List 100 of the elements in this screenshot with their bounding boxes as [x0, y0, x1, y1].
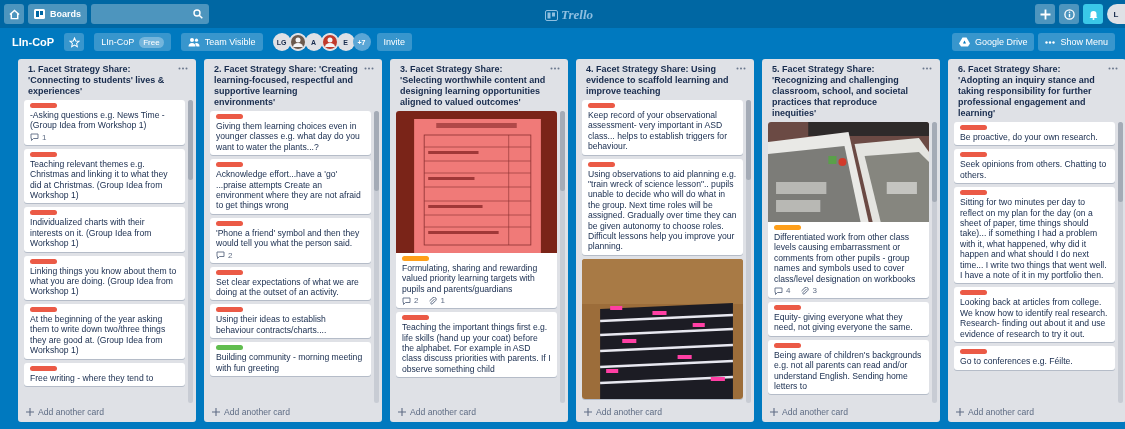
scrollbar[interactable]	[188, 100, 193, 403]
card[interactable]: Building community - morning meeting with fun greeting	[210, 342, 371, 377]
comment-count: 4	[774, 286, 791, 296]
list-title[interactable]: 3. Facet Strategy Share: 'Selecting worthwhile content and designing learning opportunities aligned to valued outcomes'	[400, 64, 546, 108]
card-label[interactable]	[402, 315, 429, 321]
list-title[interactable]: 4. Facet Strategy Share: Using evidence to scaffold learning and improve teaching	[586, 64, 732, 97]
more-icon	[1045, 40, 1056, 44]
add-card-button[interactable]: Add another card	[762, 403, 856, 422]
list-title[interactable]: 2. Facet Strategy Share: 'Creating learning-focused, respectful and supportive learning environments'	[214, 64, 360, 108]
card[interactable]: Using their ideas to establish behaviour contracts/charts....	[210, 304, 371, 339]
card-label[interactable]	[30, 151, 57, 157]
more-icon[interactable]	[1108, 67, 1118, 70]
card[interactable]	[954, 187, 1115, 284]
add-card-button[interactable]: Add another card	[576, 403, 670, 422]
card-label[interactable]	[774, 305, 801, 311]
add-card-button[interactable]: Add another card	[390, 403, 484, 422]
card[interactable]: Free writing - where they tend to	[24, 362, 185, 386]
card-label[interactable]	[30, 306, 57, 312]
card-label[interactable]	[216, 220, 243, 226]
card[interactable]: At the beginning of the year asking them to write down two/three things they are good at. (Group Idea from Workshop 1)	[24, 303, 185, 359]
scrollbar[interactable]	[374, 111, 379, 403]
card-label[interactable]	[30, 365, 57, 371]
plus-icon	[584, 408, 592, 416]
member-avatar[interactable]	[320, 33, 339, 51]
card[interactable]: 'Phone a friend' symbol and then they would tell you what the person said. 2	[210, 217, 371, 263]
card[interactable]: Being aware of children's backgrounds e.g. not all parents can read and/or understand English. Sending home letters to	[768, 339, 929, 395]
add-button[interactable]	[1035, 4, 1055, 24]
card-label[interactable]	[216, 269, 243, 275]
card-text: Linking things you know about them to what you are doing. (Group Idea from Workshop 1)	[30, 265, 178, 297]
scrollbar[interactable]	[1118, 122, 1123, 403]
card-text: Sitting for two minutes per day to reflect on my plan for the day (on a sheet of paper, time things should take)... if something I had a problem with it, what happened, why did it happen and what should I do next time... I write two things that went well. I have a note of it in my portfolio then.	[960, 197, 1108, 281]
comment-count: 1	[30, 132, 47, 142]
notifications-button[interactable]	[1083, 4, 1103, 24]
more-icon[interactable]	[550, 67, 560, 70]
card[interactable]: Looking back at articles from college. We know how to identify real research. Research- finding out about it and use evidence of research to try it out.	[954, 287, 1115, 343]
card[interactable]: Be proactive, do your own research.	[954, 122, 1115, 146]
bell-icon	[1087, 8, 1099, 20]
card[interactable]: Keep record of your observational assessment- very important in ASD class... helps to establish triggers for behaviour.	[582, 100, 743, 155]
scrollbar[interactable]	[932, 122, 937, 403]
card-text: Equity- giving everyone what they need, not giving everyone the same.	[774, 312, 914, 333]
info-button[interactable]	[1059, 4, 1079, 24]
search-field[interactable]	[91, 4, 209, 24]
people-icon	[187, 37, 200, 47]
add-card-button[interactable]: Add another card	[18, 403, 112, 422]
more-icon[interactable]	[364, 67, 374, 70]
card-text: Be proactive, do your own research.	[960, 132, 1099, 143]
list-title[interactable]: 1. Facet Strategy Share: 'Connecting to students' lives & experiences'	[28, 64, 174, 97]
card[interactable]	[582, 158, 743, 255]
card[interactable]: Individualized charts with their interests on it. (Group Idea from Workshop 1)	[24, 207, 185, 252]
more-icon[interactable]	[178, 67, 188, 70]
card[interactable]: Linking things you know about them to what you are doing. (Group Idea from Workshop 1)	[24, 255, 185, 300]
more-icon[interactable]	[922, 67, 932, 70]
card-label[interactable]	[30, 210, 57, 216]
card[interactable]: Formulating, sharing and rewarding valued priority learning targets with pupils and parents/guardians 2 1	[396, 111, 557, 309]
comment-count: 2	[216, 250, 233, 260]
plus-icon	[770, 408, 778, 416]
card[interactable]: Seek opinions from others. Chatting to others.	[954, 149, 1115, 184]
card[interactable]: Teaching relevant themes e.g. Christmas and linking it to what they did at Christmas. (Group Idea from Workshop 1)	[24, 148, 185, 204]
plus-icon	[212, 408, 220, 416]
card-text: Building community - morning meeting with fun greeting	[216, 352, 364, 374]
scrollbar[interactable]	[560, 111, 565, 403]
plus-icon	[1039, 8, 1051, 20]
card[interactable]: Equity- giving everyone what they need, not giving everyone the same.	[768, 302, 929, 336]
card-label[interactable]	[588, 103, 615, 108]
card[interactable]: Acknowledge effort...have a 'go' ...praise attempts Create an environment where they are not afraid to get things wrong	[210, 159, 371, 214]
scrollbar[interactable]	[746, 100, 751, 403]
card-label[interactable]	[960, 190, 987, 196]
plus-icon	[398, 408, 406, 416]
card-label[interactable]	[960, 152, 987, 158]
card-label[interactable]	[216, 307, 243, 313]
card-label[interactable]	[588, 161, 615, 167]
user-avatar[interactable]: L	[1107, 4, 1125, 24]
card-label[interactable]	[216, 345, 243, 351]
add-card-button[interactable]: Add another card	[948, 403, 1042, 422]
card-label[interactable]	[30, 103, 57, 108]
card-label[interactable]	[960, 349, 987, 355]
star-button[interactable]	[64, 33, 85, 51]
card-text: Differentiated work from other class levels causing embarrassment or comments from other pupils - group names and symbols used to cover class/level designation on workbooks	[774, 232, 917, 285]
list-title[interactable]: 5. Facet Strategy Share: 'Recognizing and challenging classroom, school, and societal practices that reproduce inequities'	[772, 64, 918, 119]
member-avatar[interactable]	[288, 33, 307, 51]
board-title[interactable]: LIn-CoP	[12, 36, 55, 48]
card[interactable]: Teaching the important things first e.g. life skills (hand up your coat) before the alphabet. For example in ASD class discuss priorities with parents. If I observe something child	[396, 312, 557, 378]
card[interactable]: Giving them learning choices even in younger classes e.g. what day do you want to water the plants...?	[210, 111, 371, 156]
card-text: Individualized charts with their interests on it. (Group Idea from Workshop 1)	[30, 217, 153, 249]
card-label[interactable]	[774, 342, 801, 348]
card[interactable]: Differentiated work from other class levels causing embarrassment or comments from other pupils - group names and symbols used to cover class/level designation on workbooks 4 3	[768, 122, 929, 299]
card[interactable]: Go to conferences e.g. Féilte.	[954, 346, 1115, 370]
card[interactable]: Set clear expectations of what we are doing at the outset of an activity.	[210, 266, 371, 301]
card-text: Teaching the important things first e.g. life skills (hand up your coat) before the alphabet. For example in ASD class discuss priorities with parents. If I observe something child	[402, 322, 551, 375]
card-label[interactable]	[216, 162, 243, 168]
add-card-button[interactable]: Add another card	[204, 403, 298, 422]
card-label[interactable]	[30, 258, 57, 264]
list-title[interactable]: 6. Facet Strategy Share: 'Adopting an inquiry stance and taking responsibility for further professional engagement and learning'	[958, 64, 1104, 119]
home-button[interactable]	[4, 4, 24, 24]
card-label[interactable]	[960, 125, 987, 130]
plus-icon	[26, 408, 34, 416]
card-label[interactable]	[960, 290, 987, 296]
more-icon[interactable]	[736, 67, 746, 70]
card[interactable]: -Asking questions e.g. News Time - (Group Idea from Workshop 1) 1	[24, 100, 185, 145]
card-label[interactable]	[216, 114, 243, 119]
